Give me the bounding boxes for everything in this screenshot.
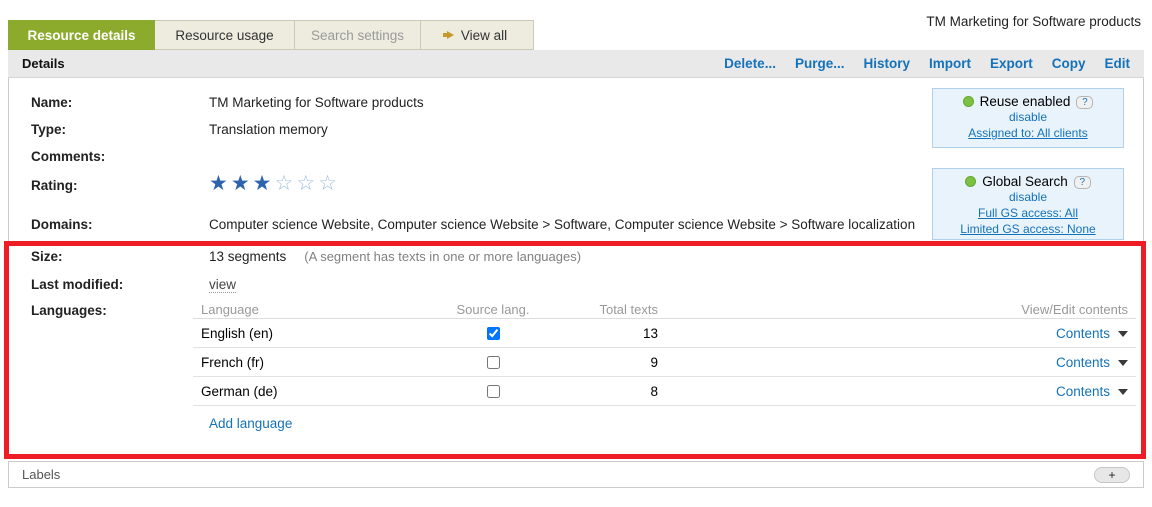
status-green-icon bbox=[965, 176, 976, 187]
contents-link[interactable]: Contents bbox=[1056, 326, 1110, 341]
language-name: English (en) bbox=[193, 326, 433, 341]
view-link[interactable]: view bbox=[209, 277, 236, 293]
edit-link[interactable]: Edit bbox=[1105, 56, 1131, 71]
limited-gs-access-link[interactable]: Limited GS access: None bbox=[933, 221, 1123, 237]
type-value: Translation memory bbox=[209, 122, 328, 137]
contents-link[interactable]: Contents bbox=[1056, 355, 1110, 370]
resource-details-page: TM Marketing for Software products Resou… bbox=[0, 0, 1152, 507]
star-icon[interactable]: ☆ bbox=[296, 172, 318, 195]
column-header-total-texts: Total texts bbox=[553, 302, 658, 317]
disable-link[interactable]: disable bbox=[933, 109, 1123, 125]
domains-label: Domains: bbox=[31, 217, 93, 232]
size-note: (A segment has texts in one or more lang… bbox=[304, 249, 581, 264]
comments-label: Comments: bbox=[31, 149, 105, 164]
size-value: 13 segments (A segment has texts in one o… bbox=[209, 249, 581, 264]
table-row: English (en) 13 Contents bbox=[193, 319, 1136, 348]
language-name: German (de) bbox=[193, 384, 433, 399]
source-lang-checkbox[interactable] bbox=[487, 385, 500, 398]
source-lang-checkbox[interactable] bbox=[487, 327, 500, 340]
caret-down-icon[interactable] bbox=[1118, 389, 1128, 395]
star-icon[interactable]: ☆ bbox=[318, 172, 340, 195]
star-icon[interactable]: ★ bbox=[253, 172, 275, 195]
section-title: Details bbox=[22, 56, 65, 71]
panel-title: Global Search bbox=[982, 174, 1068, 189]
disable-link[interactable]: disable bbox=[933, 189, 1123, 205]
rating-stars: ★★★☆☆☆ bbox=[209, 173, 340, 194]
add-language-link[interactable]: Add language bbox=[209, 416, 292, 431]
add-label-button[interactable]: + bbox=[1094, 467, 1130, 483]
labels-section: Labels + bbox=[8, 461, 1144, 488]
table-row: German (de) 8 Contents bbox=[193, 377, 1136, 406]
tab-label: Resource details bbox=[27, 28, 135, 43]
table-row: French (fr) 9 Contents bbox=[193, 348, 1136, 377]
details-header-bar: Details Delete... Purge... History Impor… bbox=[8, 50, 1144, 78]
languages-label: Languages: bbox=[31, 303, 107, 318]
labels-title: Labels bbox=[22, 467, 60, 482]
arrow-right-icon bbox=[447, 31, 454, 39]
rating-label: Rating: bbox=[31, 178, 78, 193]
table-header-row: Language Source lang. Total texts View/E… bbox=[193, 300, 1136, 319]
assigned-to-link[interactable]: Assigned to: All clients bbox=[933, 125, 1123, 141]
caret-down-icon[interactable] bbox=[1118, 331, 1128, 337]
panel-title-row: Reuse enabled? bbox=[933, 94, 1123, 109]
panel-title: Reuse enabled bbox=[980, 94, 1071, 109]
source-lang-checkbox[interactable] bbox=[487, 356, 500, 369]
contents-link[interactable]: Contents bbox=[1056, 384, 1110, 399]
tab-label: Resource usage bbox=[175, 28, 273, 43]
languages-table: Language Source lang. Total texts View/E… bbox=[193, 300, 1136, 406]
star-icon[interactable]: ☆ bbox=[274, 172, 296, 195]
delete-link[interactable]: Delete... bbox=[724, 56, 776, 71]
import-link[interactable]: Import bbox=[929, 56, 971, 71]
page-title: TM Marketing for Software products bbox=[911, 13, 1141, 31]
caret-down-icon[interactable] bbox=[1118, 360, 1128, 366]
tab-resource-usage[interactable]: Resource usage bbox=[154, 20, 295, 50]
name-value: TM Marketing for Software products bbox=[209, 95, 424, 110]
help-icon[interactable]: ? bbox=[1076, 96, 1093, 109]
history-link[interactable]: History bbox=[863, 56, 910, 71]
total-texts-value: 9 bbox=[553, 355, 658, 370]
tab-label: View all bbox=[461, 28, 507, 43]
total-texts-value: 8 bbox=[553, 384, 658, 399]
tab-resource-details[interactable]: Resource details bbox=[8, 20, 155, 50]
column-header-language: Language bbox=[193, 302, 433, 317]
reuse-enabled-panel: Reuse enabled? disable Assigned to: All … bbox=[932, 88, 1124, 148]
size-label: Size: bbox=[31, 249, 63, 264]
panel-title-row: Global Search? bbox=[933, 174, 1123, 189]
purge-link[interactable]: Purge... bbox=[795, 56, 845, 71]
last-modified-value: view bbox=[209, 277, 236, 292]
full-gs-access-link[interactable]: Full GS access: All bbox=[933, 205, 1123, 221]
tab-bar: Resource details Resource usage Search s… bbox=[8, 20, 534, 50]
star-icon[interactable]: ★ bbox=[231, 172, 253, 195]
domains-value: Computer science Website, Computer scien… bbox=[209, 217, 915, 232]
copy-link[interactable]: Copy bbox=[1052, 56, 1086, 71]
status-green-icon bbox=[963, 96, 974, 107]
star-icon[interactable]: ★ bbox=[209, 172, 231, 195]
language-name: French (fr) bbox=[193, 355, 433, 370]
size-count: 13 segments bbox=[209, 249, 286, 264]
type-label: Type: bbox=[31, 122, 66, 137]
column-header-view-edit-contents: View/Edit contents bbox=[658, 302, 1136, 317]
column-header-source-lang: Source lang. bbox=[433, 302, 553, 317]
last-modified-label: Last modified: bbox=[31, 277, 123, 292]
action-links: Delete... Purge... History Import Export… bbox=[724, 56, 1130, 71]
total-texts-value: 13 bbox=[553, 326, 658, 341]
tab-search-settings[interactable]: Search settings bbox=[294, 20, 421, 50]
global-search-panel: Global Search? disable Full GS access: A… bbox=[932, 168, 1124, 240]
tab-label: Search settings bbox=[311, 28, 404, 43]
name-label: Name: bbox=[31, 95, 72, 110]
export-link[interactable]: Export bbox=[990, 56, 1033, 71]
help-icon[interactable]: ? bbox=[1074, 176, 1091, 189]
tab-view-all[interactable]: View all bbox=[420, 20, 534, 50]
